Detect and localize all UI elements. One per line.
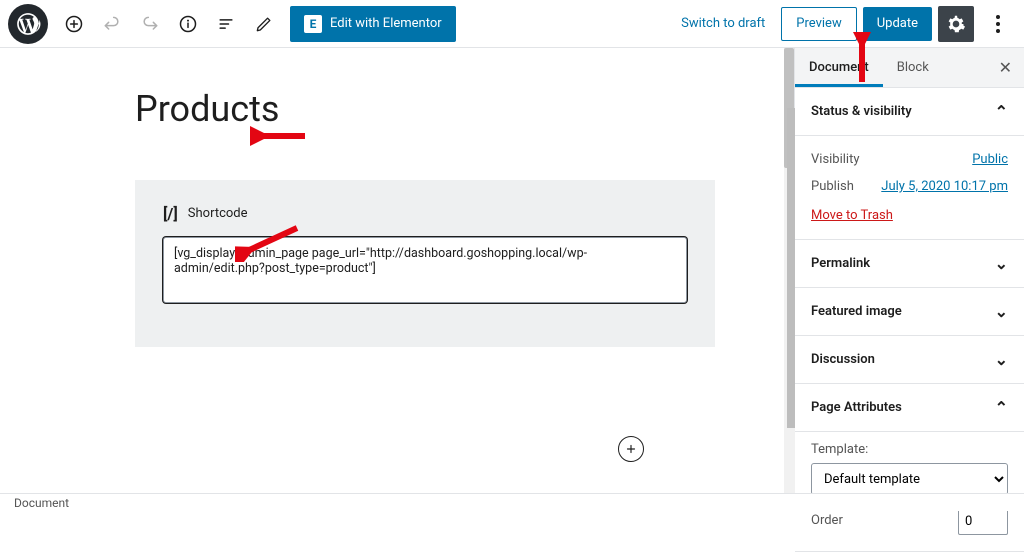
order-label: Order [811, 513, 843, 528]
order-input[interactable] [958, 507, 1008, 535]
edit-mode-button[interactable] [246, 6, 282, 42]
add-block-button[interactable] [56, 6, 92, 42]
shortcode-icon: [/] [163, 204, 178, 223]
breadcrumb-document[interactable]: Document [14, 496, 69, 510]
visibility-label: Visibility [811, 152, 860, 167]
elementor-label: Edit with Elementor [330, 16, 442, 31]
topbar-left: E Edit with Elementor [8, 4, 456, 44]
edit-elementor-button[interactable]: E Edit with Elementor [290, 6, 456, 42]
switch-to-draft-link[interactable]: Switch to draft [681, 16, 765, 31]
section-status-visibility[interactable]: Status & visibility ⌃ [795, 88, 1024, 136]
undo-button[interactable] [94, 6, 130, 42]
settings-button[interactable] [938, 6, 974, 42]
section-featured-image[interactable]: Featured image ⌄ [795, 288, 1024, 336]
settings-sidebar: Document Block ✕ Status & visibility ⌃ V… [794, 48, 1024, 493]
tab-block[interactable]: Block [883, 48, 943, 87]
permalink-label: Permalink [811, 256, 870, 271]
template-select[interactable]: Default template [811, 463, 1008, 495]
section-discussion[interactable]: Discussion ⌄ [795, 336, 1024, 384]
more-options-button[interactable] [980, 6, 1016, 42]
dots-vertical-icon [996, 15, 1000, 33]
undo-icon [102, 14, 122, 34]
chevron-down-icon: ⌄ [995, 302, 1008, 321]
annotation-arrow-preview [847, 32, 877, 88]
gear-icon [946, 14, 966, 34]
plus-icon [624, 442, 638, 456]
info-icon [178, 14, 198, 34]
sidebar-scrollbar[interactable] [787, 108, 795, 493]
section-page-attributes[interactable]: Page Attributes ⌃ [795, 384, 1024, 432]
annotation-arrow-title [250, 122, 310, 150]
shortcode-label: Shortcode [188, 206, 248, 221]
sidebar-tabs: Document Block ✕ [795, 48, 1024, 88]
add-block-inline-button[interactable] [618, 436, 644, 462]
shortcode-block[interactable]: [/] Shortcode [vg_display_admin_page pag… [135, 180, 715, 347]
chevron-down-icon: ⌄ [995, 254, 1008, 273]
elementor-icon: E [304, 15, 322, 33]
publish-date-link[interactable]: July 5, 2020 10:17 pm [881, 179, 1008, 194]
outline-button[interactable] [208, 6, 244, 42]
page-attributes-label: Page Attributes [811, 400, 902, 415]
body-area: Products [/] Shortcode [vg_display_admin… [0, 48, 1024, 493]
visibility-value-link[interactable]: Public [972, 152, 1008, 167]
outline-icon [216, 14, 236, 34]
page-title[interactable]: Products [135, 88, 715, 130]
redo-icon [140, 14, 160, 34]
editor-canvas: Products [/] Shortcode [vg_display_admin… [0, 48, 794, 493]
move-to-trash-link[interactable]: Move to Trash [811, 200, 1008, 235]
chevron-up-icon: ⌃ [995, 102, 1008, 121]
wordpress-icon [15, 11, 41, 37]
section-status-label: Status & visibility [811, 104, 912, 119]
close-sidebar-button[interactable]: ✕ [987, 58, 1024, 77]
status-visibility-body: Visibility Public Publish July 5, 2020 1… [795, 136, 1024, 240]
section-permalink[interactable]: Permalink ⌄ [795, 240, 1024, 288]
template-label: Template: [811, 442, 1008, 457]
info-button[interactable] [170, 6, 206, 42]
shortcode-header: [/] Shortcode [163, 204, 687, 223]
chevron-down-icon: ⌄ [995, 350, 1008, 369]
preview-button[interactable]: Preview [781, 7, 856, 41]
redo-button[interactable] [132, 6, 168, 42]
footer-breadcrumb: Document [0, 493, 1024, 511]
pencil-icon [254, 14, 274, 34]
plus-circle-icon [64, 14, 84, 34]
wp-logo-button[interactable] [8, 4, 48, 44]
featured-image-label: Featured image [811, 304, 902, 319]
discussion-label: Discussion [811, 352, 875, 367]
publish-label: Publish [811, 179, 854, 194]
annotation-arrow-shortcode [235, 222, 305, 262]
chevron-up-icon: ⌃ [995, 398, 1008, 417]
page-attributes-body: Template: Default template Order [795, 432, 1024, 552]
